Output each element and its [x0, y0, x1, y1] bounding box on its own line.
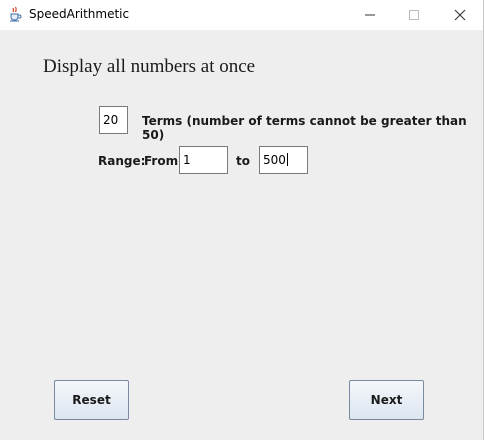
text-caret — [286, 153, 288, 166]
range-to-value: 500 — [263, 153, 286, 167]
close-button[interactable] — [437, 0, 483, 30]
page-heading: Display all numbers at once — [43, 56, 256, 77]
next-button[interactable]: Next — [349, 380, 424, 420]
reset-button[interactable]: Reset — [54, 380, 129, 420]
maximize-button[interactable] — [391, 0, 437, 30]
close-icon — [454, 9, 466, 21]
range-label: Range: — [98, 154, 146, 168]
terms-input[interactable]: 20 — [99, 106, 128, 134]
to-label: to — [236, 154, 250, 168]
range-from-input[interactable]: 1 — [179, 146, 228, 174]
minimize-icon — [365, 14, 375, 16]
title-bar: SpeedArithmetic — [0, 0, 483, 30]
terms-label: Terms (number of terms cannot be greater… — [142, 114, 467, 142]
maximize-icon — [409, 10, 419, 20]
range-to-input[interactable]: 500 — [259, 146, 308, 174]
java-cup-icon — [7, 6, 23, 22]
from-label: From — [144, 154, 179, 168]
window-title: SpeedArithmetic — [29, 7, 130, 21]
app-window: SpeedArithmetic Display all numbers at o… — [0, 0, 484, 440]
minimize-button[interactable] — [347, 0, 393, 30]
